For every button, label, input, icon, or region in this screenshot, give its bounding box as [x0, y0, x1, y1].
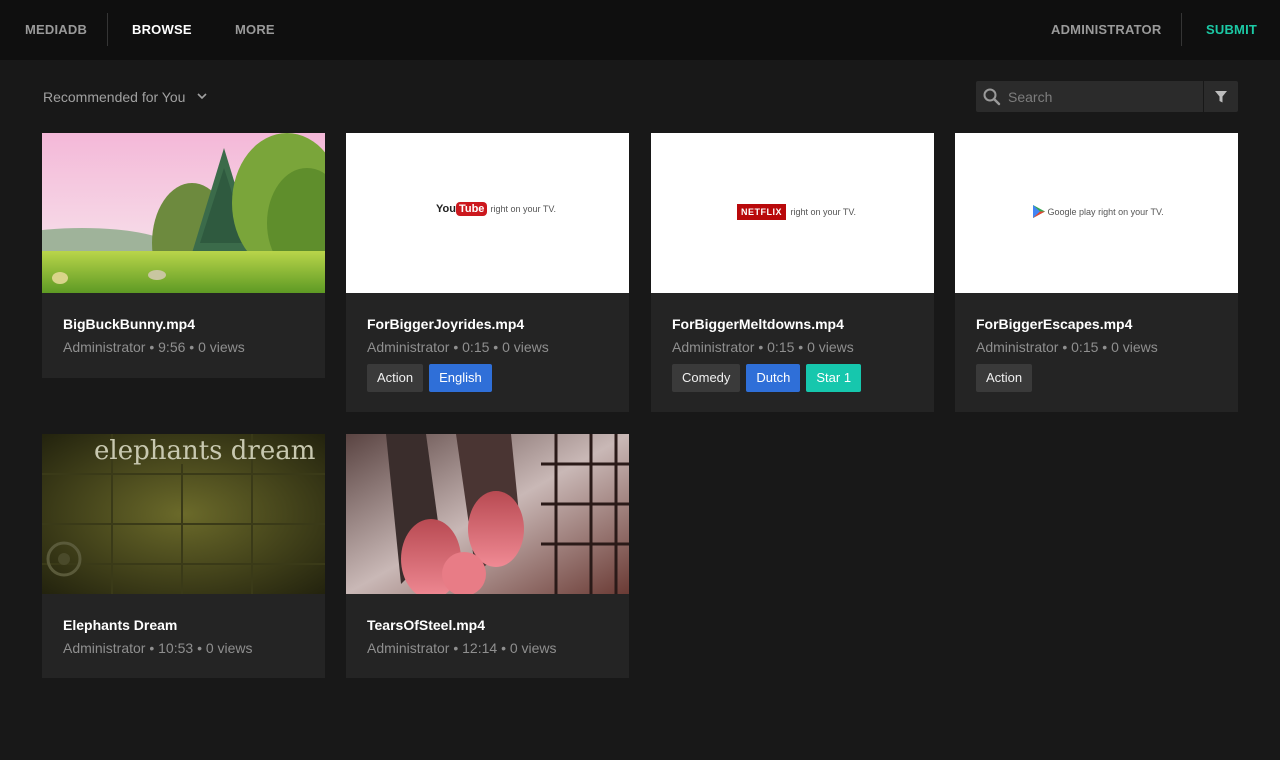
video-thumbnail[interactable]: elephants dream	[42, 434, 325, 594]
nav-divider	[107, 13, 108, 46]
video-thumbnail[interactable]: You Tube right on your TV.	[346, 133, 629, 293]
video-thumbnail[interactable]: Google play right on your TV.	[955, 133, 1238, 293]
thumb-brand: Google play	[1047, 207, 1096, 217]
nav-submit[interactable]: SUBMIT	[1206, 0, 1257, 60]
video-thumbnail[interactable]: NETFLIX right on your TV.	[651, 133, 934, 293]
thumb-tagline: right on your TV.	[1098, 207, 1164, 217]
nav-browse[interactable]: BROWSE	[132, 0, 192, 60]
thumb-brand-box: Tube	[455, 202, 488, 216]
video-meta: Administrator • 10:53 • 0 views	[63, 640, 253, 656]
video-title[interactable]: ForBiggerEscapes.mp4	[976, 316, 1132, 332]
thumb-brand: You	[436, 203, 456, 215]
nav-brand[interactable]: MEDIADB	[25, 0, 87, 60]
top-nav: MEDIADB BROWSE MORE ADMINISTRATOR SUBMIT	[0, 0, 1280, 60]
sort-dropdown[interactable]: Recommended for You	[43, 81, 207, 113]
video-title[interactable]: ForBiggerMeltdowns.mp4	[672, 316, 844, 332]
video-meta: Administrator • 12:14 • 0 views	[367, 640, 557, 656]
nav-divider-right	[1181, 13, 1182, 46]
video-title[interactable]: Elephants Dream	[63, 617, 177, 633]
video-meta: Administrator • 0:15 • 0 views	[976, 339, 1158, 355]
video-card[interactable]: TearsOfSteel.mp4 Administrator • 12:14 •…	[346, 434, 629, 678]
video-title[interactable]: BigBuckBunny.mp4	[63, 316, 195, 332]
video-meta: Administrator • 9:56 • 0 views	[63, 339, 245, 355]
video-title[interactable]: TearsOfSteel.mp4	[367, 617, 485, 633]
tag[interactable]: Dutch	[746, 364, 801, 392]
thumb-title-art: elephants dream	[94, 436, 316, 466]
tag-list: Comedy Dutch Star 1	[672, 364, 862, 392]
search-icon	[983, 88, 1001, 106]
video-title[interactable]: ForBiggerJoyrides.mp4	[367, 316, 524, 332]
tag[interactable]: Action	[976, 364, 1033, 392]
tag[interactable]: Comedy	[672, 364, 741, 392]
nav-more[interactable]: MORE	[235, 0, 275, 60]
search-input[interactable]	[1002, 81, 1197, 112]
video-card[interactable]: You Tube right on your TV. ForBiggerJoyri…	[346, 133, 629, 412]
video-meta: Administrator • 0:15 • 0 views	[672, 339, 854, 355]
video-thumbnail[interactable]	[42, 133, 325, 293]
video-thumbnail[interactable]	[346, 434, 629, 594]
thumb-tagline: right on your TV.	[490, 204, 557, 214]
nav-user[interactable]: ADMINISTRATOR	[1051, 0, 1161, 60]
video-card[interactable]: Google play right on your TV. ForBiggerE…	[955, 133, 1238, 412]
filter-button[interactable]	[1204, 81, 1238, 112]
video-meta: Administrator • 0:15 • 0 views	[367, 339, 549, 355]
video-card[interactable]: BigBuckBunny.mp4 Administrator • 9:56 • …	[42, 133, 325, 378]
tag-list: Action English	[367, 364, 492, 392]
search-box	[976, 81, 1203, 112]
tag[interactable]: Star 1	[806, 364, 862, 392]
video-card[interactable]: NETFLIX right on your TV. ForBiggerMeltd…	[651, 133, 934, 412]
tag-list: Action	[976, 364, 1033, 392]
chevron-down-icon	[197, 93, 207, 100]
thumb-brand: NETFLIX	[737, 204, 786, 220]
tag[interactable]: English	[429, 364, 492, 392]
play-store-icon	[1033, 205, 1045, 218]
sort-label: Recommended for You	[43, 89, 186, 105]
filter-icon	[1215, 91, 1227, 103]
video-card[interactable]: elephants dream Elephants Dream Administ…	[42, 434, 325, 678]
tag[interactable]: Action	[367, 364, 424, 392]
thumb-tagline: right on your TV.	[790, 207, 856, 217]
